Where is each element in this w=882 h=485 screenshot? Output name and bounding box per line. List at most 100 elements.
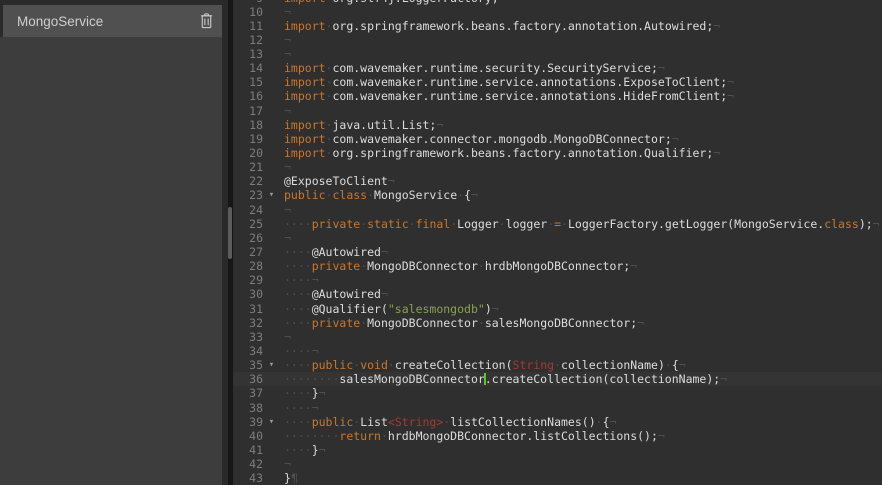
line-number[interactable]: 37 [233, 386, 263, 400]
code-line[interactable]: 16import·com.wavemaker.runtime.service.a… [233, 89, 882, 103]
line-number[interactable]: 33 [233, 330, 263, 344]
code-line[interactable]: 21¬ [233, 160, 882, 174]
code-editor[interactable]: 9import·org.slf4j.LoggerFactory;¬10¬11im… [233, 0, 882, 485]
code-line[interactable]: 35▾····public·void·createCollection(Stri… [233, 358, 882, 372]
code-token: com.wavemaker.connector.mongodb.MongoDBC… [332, 132, 671, 146]
code-line[interactable]: 23▾public·class·MongoService·{¬ [233, 188, 882, 202]
code-token: import [284, 75, 326, 89]
code-line[interactable]: 22@ExposeToClient¬ [233, 174, 882, 188]
line-number[interactable]: 42 [233, 457, 263, 471]
code-line[interactable]: 40········return·hrdbMongoDBConnector.li… [233, 429, 882, 443]
code-line[interactable]: 14import·com.wavemaker.runtime.security.… [233, 61, 882, 75]
code-line[interactable]: 34 ····¬ [233, 344, 882, 358]
code-line[interactable]: 36········salesMongoDBConnector.createCo… [233, 372, 882, 386]
line-number[interactable]: 11 [233, 19, 263, 33]
code-line[interactable]: 41 ····}¬ [233, 443, 882, 457]
line-number[interactable]: 31 [233, 302, 263, 316]
space-dot: ········ [284, 429, 339, 443]
gutter: 13 [233, 47, 280, 61]
code-line[interactable]: 29····¬ [233, 273, 882, 287]
line-number[interactable]: 24 [233, 203, 263, 217]
code-line[interactable]: 31····@Qualifier("salesmongodb")¬ [233, 302, 882, 316]
code-line[interactable]: 11import·org.springframework.beans.facto… [233, 19, 882, 33]
code-line[interactable]: 28····private·MongoDBConnector·hrdbMongo… [233, 259, 882, 273]
code-text: ····}¬ [280, 443, 326, 457]
fold-toggle-icon[interactable]: ▾ [263, 358, 280, 372]
space-dot: ···· [284, 443, 312, 457]
line-number[interactable]: 40 [233, 429, 263, 443]
line-number[interactable]: 14 [233, 61, 263, 75]
space-dot: · [478, 259, 485, 273]
space-dot: · [561, 217, 568, 231]
code-token: MongoDBConnector [367, 316, 478, 330]
code-line[interactable]: 27····@Autowired¬ [233, 245, 882, 259]
line-number[interactable]: 19 [233, 132, 263, 146]
sidebar-item-mongoservice[interactable]: MongoService [0, 5, 222, 37]
line-number[interactable]: 34 [233, 344, 263, 358]
fold-toggle-icon[interactable]: ▾ [263, 415, 280, 429]
code-token: MongoService [374, 188, 457, 202]
code-line[interactable]: 15import·com.wavemaker.runtime.service.a… [233, 75, 882, 89]
code-line[interactable]: 10¬ [233, 5, 882, 19]
code-line[interactable]: 38····¬ [233, 401, 882, 415]
code-line[interactable]: 42¬ [233, 457, 882, 471]
end-of-line-mark: ¬ [658, 429, 665, 443]
code-token: com.wavemaker.runtime.service.annotation… [332, 89, 727, 103]
line-number[interactable]: 12 [233, 33, 263, 47]
space-dot: ···· [284, 344, 312, 358]
code-line[interactable]: 43}¶ [233, 471, 882, 485]
line-number[interactable]: 29 [233, 273, 263, 287]
code-line[interactable]: 25····private·static·final·Logger·logger… [233, 217, 882, 231]
line-number[interactable]: 17 [233, 104, 263, 118]
line-number[interactable]: 15 [233, 75, 263, 89]
line-number[interactable]: 10 [233, 5, 263, 19]
line-number[interactable]: 30 [233, 287, 263, 301]
code-line[interactable]: 30····@Autowired¬ [233, 287, 882, 301]
scrollbar-thumb[interactable] [228, 207, 232, 259]
line-number[interactable]: 22 [233, 174, 263, 188]
fold-spacer [263, 457, 280, 471]
line-number[interactable]: 32 [233, 316, 263, 330]
line-number[interactable]: 27 [233, 245, 263, 259]
code-line[interactable]: 13¬ [233, 47, 882, 61]
line-number[interactable]: 21 [233, 160, 263, 174]
code-line[interactable]: 18import·java.util.List;¬ [233, 118, 882, 132]
code-line[interactable]: 37····}¬ [233, 386, 882, 400]
code-line[interactable]: 33 ¬ [233, 330, 882, 344]
line-number[interactable]: 28 [233, 259, 263, 273]
line-number[interactable]: 41 [233, 443, 263, 457]
code-line[interactable]: 24¬ [233, 203, 882, 217]
space-dot: · [665, 358, 672, 372]
line-number[interactable]: 23 [233, 188, 263, 202]
line-number[interactable]: 20 [233, 146, 263, 160]
code-text: ····private·MongoDBConnector·salesMongoD… [280, 316, 644, 330]
code-line[interactable]: 20import·org.springframework.beans.facto… [233, 146, 882, 160]
code-token: { [464, 188, 471, 202]
code-line[interactable]: 12¬ [233, 33, 882, 47]
code-line[interactable]: 17¬ [233, 104, 882, 118]
fold-toggle-icon[interactable]: ▾ [263, 188, 280, 202]
line-number[interactable]: 25 [233, 217, 263, 231]
service-list-panel: MongoService [0, 0, 222, 485]
code-token: salesMongoDBConnector; [485, 316, 637, 330]
line-number[interactable]: 35 [233, 358, 263, 372]
code-text: ····¬ [280, 344, 319, 358]
line-number[interactable]: 43 [233, 471, 263, 485]
line-number[interactable]: 18 [233, 118, 263, 132]
panel-resizer[interactable] [222, 0, 233, 485]
code-line[interactable]: 19import·com.wavemaker.connector.mongodb… [233, 132, 882, 146]
code-text: ¬ [280, 330, 291, 344]
line-number[interactable]: 13 [233, 47, 263, 61]
code-line[interactable]: 39▾····public·List<String>·listCollectio… [233, 415, 882, 429]
code-line[interactable]: 26¬ [233, 231, 882, 245]
line-number[interactable]: 36 [233, 372, 263, 386]
code-token: import [284, 146, 326, 160]
code-token: LoggerFactory.getLogger(MongoService. [568, 217, 824, 231]
line-number[interactable]: 38 [233, 401, 263, 415]
line-number[interactable]: 39 [233, 415, 263, 429]
end-of-file-mark: ¶ [291, 471, 298, 485]
delete-service-button[interactable] [199, 12, 215, 30]
code-line[interactable]: 32 ····private·MongoDBConnector·salesMong… [233, 316, 882, 330]
line-number[interactable]: 26 [233, 231, 263, 245]
line-number[interactable]: 16 [233, 89, 263, 103]
